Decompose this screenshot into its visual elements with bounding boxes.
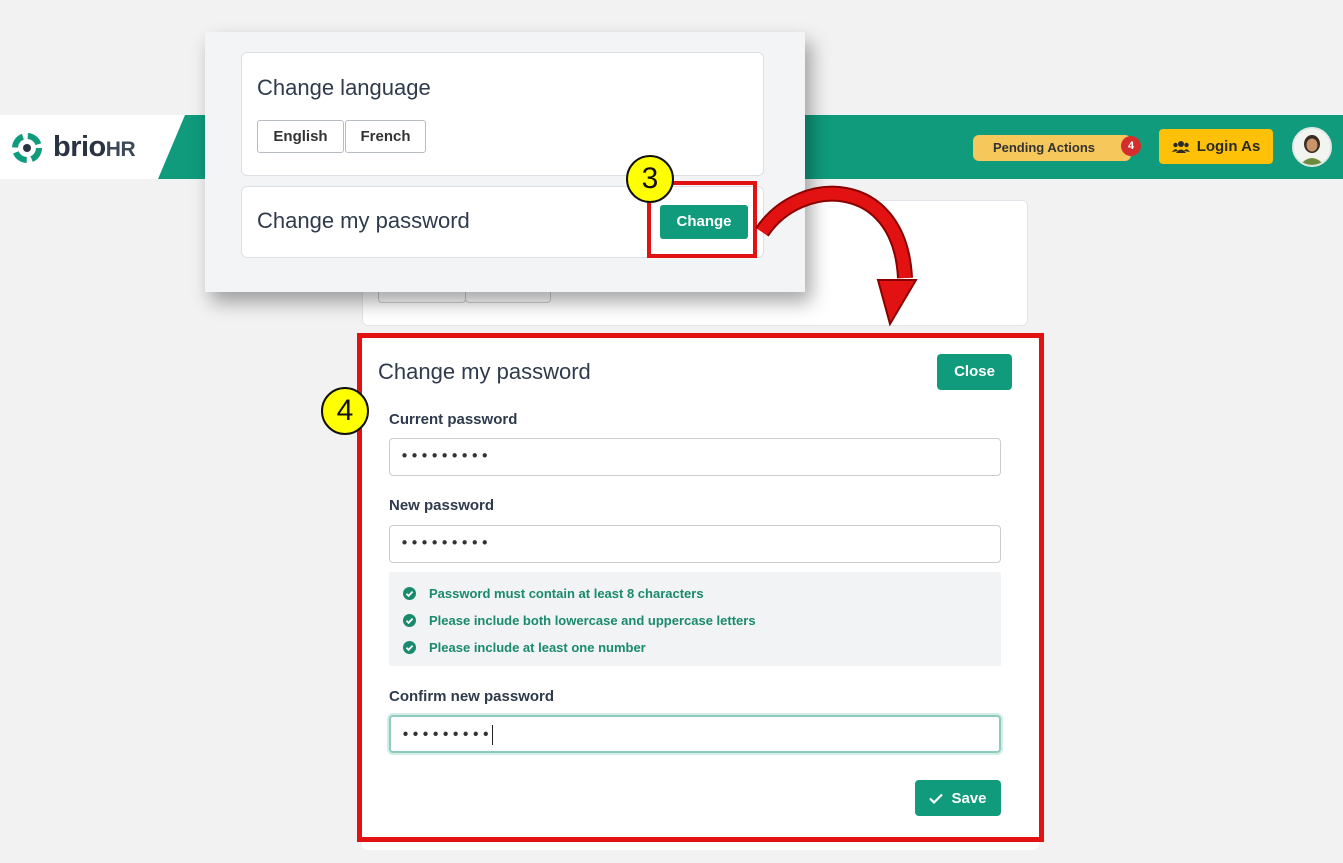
- step-3-marker: 3: [626, 155, 674, 203]
- briohr-logo-icon: [12, 133, 42, 163]
- change-password-title: Change my password: [257, 208, 470, 233]
- new-password-label: New password: [389, 497, 495, 514]
- check-circle-icon: [403, 587, 416, 600]
- change-language-card: [241, 52, 764, 176]
- brand-logo[interactable]: brioHR: [53, 131, 136, 164]
- language-option-french[interactable]: French: [345, 120, 426, 153]
- close-button[interactable]: Close: [937, 354, 1012, 390]
- password-rule-item: Please include both lowercase and upperc…: [403, 613, 756, 628]
- change-language-title: Change language: [257, 75, 431, 100]
- step-4-marker: 4: [321, 387, 369, 435]
- pending-actions-count-badge: 4: [1121, 136, 1141, 156]
- checkmark-icon: [929, 793, 944, 804]
- check-circle-icon: [403, 614, 416, 627]
- password-rule-item: Please include at least one number: [403, 640, 646, 655]
- users-icon: [1171, 140, 1190, 153]
- text-cursor: [492, 725, 494, 745]
- login-as-button[interactable]: Login As: [1159, 129, 1273, 164]
- check-circle-icon: [403, 641, 416, 654]
- confirm-password-input[interactable]: •••••••••: [389, 715, 1001, 753]
- language-option-english[interactable]: English: [257, 120, 344, 153]
- user-avatar[interactable]: [1292, 127, 1332, 167]
- save-button[interactable]: Save: [915, 780, 1001, 816]
- new-password-input[interactable]: •••••••••: [389, 525, 1001, 563]
- current-password-input[interactable]: •••••••••: [389, 438, 1001, 476]
- password-rule-item: Password must contain at least 8 charact…: [403, 586, 704, 601]
- password-form-title: Change my password: [378, 359, 591, 384]
- pending-actions-button[interactable]: Pending Actions: [973, 135, 1131, 161]
- confirm-password-label: Confirm new password: [389, 688, 555, 705]
- current-password-label: Current password: [389, 411, 518, 428]
- password-rules-panel: Password must contain at least 8 charact…: [389, 572, 1001, 666]
- user-photo-icon: [1294, 129, 1330, 165]
- curved-arrow-icon: [755, 185, 918, 327]
